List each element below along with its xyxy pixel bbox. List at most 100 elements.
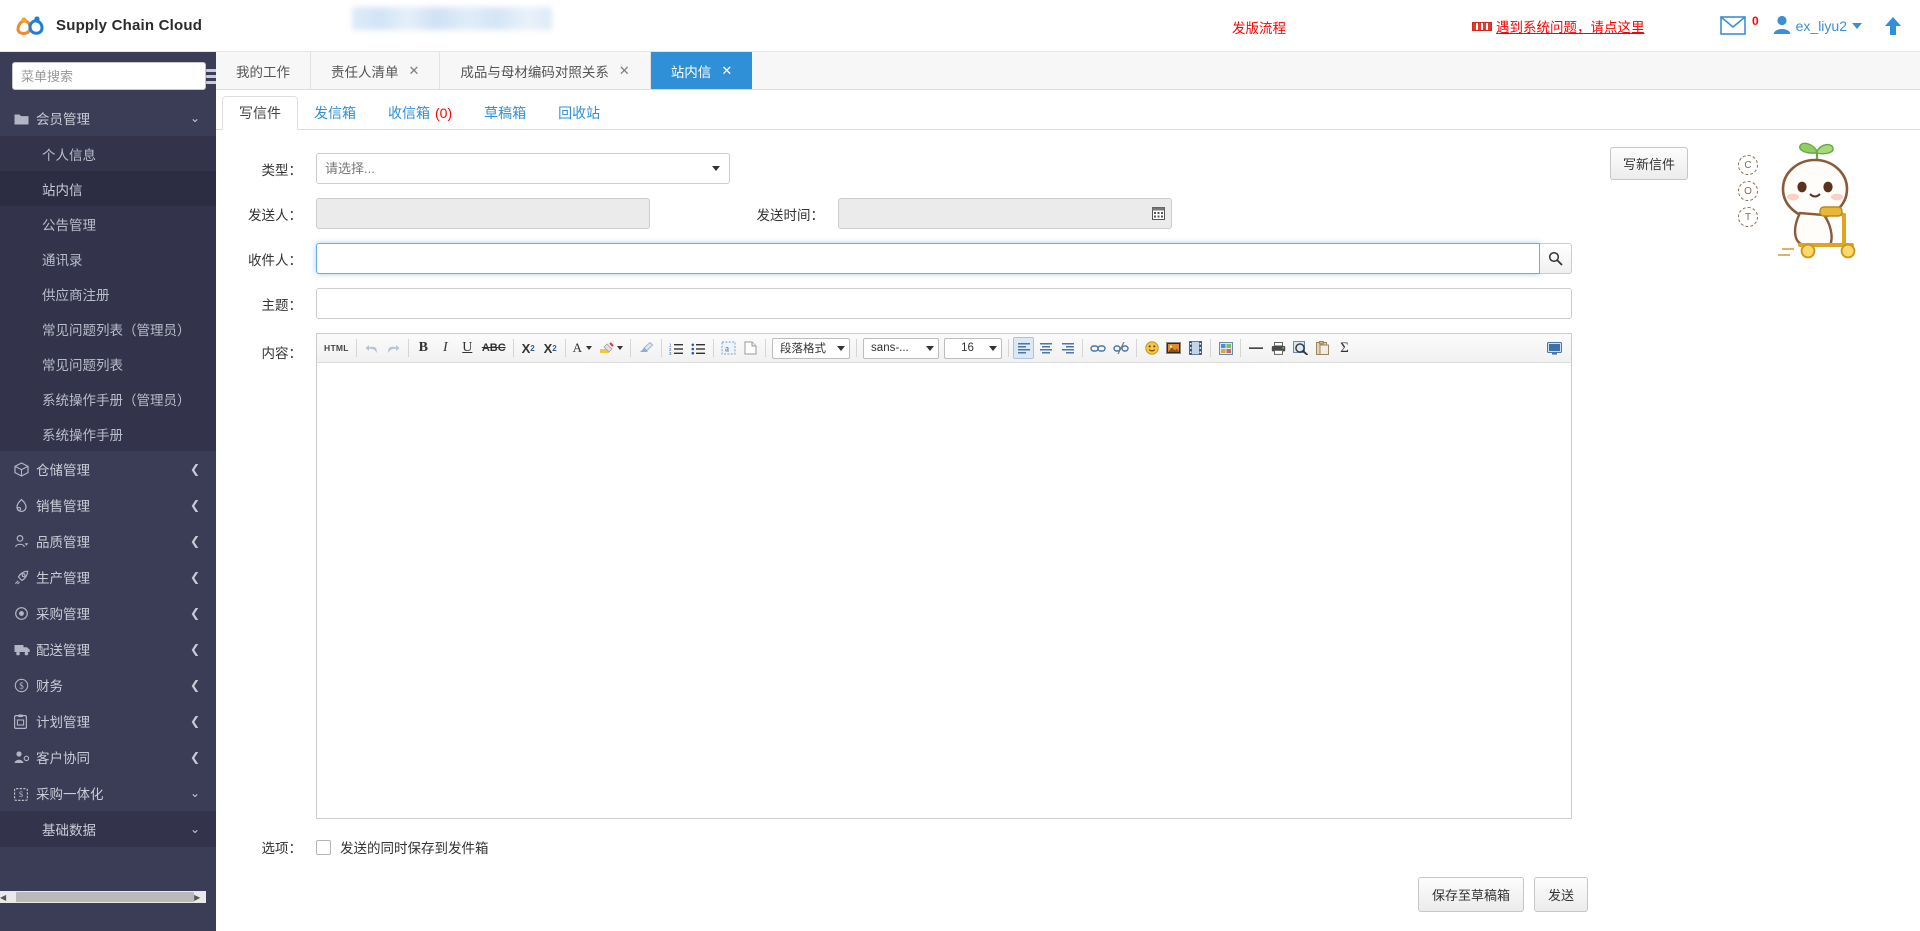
sidebar-item-站内信[interactable]: 站内信 (0, 171, 216, 206)
menu-search-input[interactable] (12, 62, 206, 90)
unordered-list-icon[interactable] (688, 337, 709, 359)
link-icon[interactable] (1087, 337, 1109, 359)
toolbar-separator (355, 339, 357, 357)
mascot-badges: C O T (1738, 155, 1758, 227)
redo-icon[interactable] (383, 337, 404, 359)
preview-icon[interactable] (1290, 337, 1311, 359)
close-icon[interactable]: ✕ (619, 63, 630, 79)
tab-我的工作[interactable]: 我的工作 (216, 52, 311, 89)
tab-成品与母材编码对照关系[interactable]: 成品与母材编码对照关系 ✕ (440, 52, 651, 89)
sidebar-horizontal-scrollbar[interactable]: ◀ ▶ (0, 891, 206, 903)
sidebar-group-计划管理[interactable]: 计划管理 ❮ (0, 703, 216, 739)
subscript-icon[interactable]: X2 (540, 337, 561, 359)
fullscreen-icon[interactable] (1544, 337, 1565, 359)
sidebar-item-系统操作手册（管理员）[interactable]: 系统操作手册（管理员） (0, 381, 216, 416)
sidebar-item-常见问题列表[interactable]: 常见问题列表 (0, 346, 216, 381)
scroll-left-arrow-icon[interactable]: ◀ (0, 893, 6, 902)
print-icon[interactable] (1268, 337, 1289, 359)
system-problem-link[interactable]: 遇到系统问题，请点这里 (1472, 16, 1645, 36)
undo-icon[interactable] (361, 337, 382, 359)
sigma-icon[interactable]: Σ (1334, 337, 1355, 359)
subject-input[interactable] (316, 288, 1572, 319)
video-icon[interactable] (1185, 337, 1206, 359)
sidebar-group-label: 客户协同 (36, 751, 90, 766)
close-icon[interactable]: ✕ (721, 63, 732, 79)
sidebar-group-财务[interactable]: $ 财务 ❮ (0, 667, 216, 703)
editor-content-area[interactable] (317, 363, 1571, 818)
bold-icon[interactable]: B (413, 337, 434, 359)
sidebar-group-生产管理[interactable]: 生产管理 ❮ (0, 559, 216, 595)
close-icon[interactable]: ✕ (409, 63, 420, 79)
subtab-写信件[interactable]: 写信件 (222, 96, 298, 130)
sidebar-group-label: 仓储管理 (36, 463, 90, 478)
underline-icon[interactable]: U (457, 337, 478, 359)
sidebar-group-配送管理[interactable]: 配送管理 ❮ (0, 631, 216, 667)
save-to-sent-checkbox[interactable] (316, 839, 331, 855)
chevron-left-icon: ❮ (189, 642, 200, 656)
italic-icon[interactable]: I (435, 337, 456, 359)
sidebar-item-系统操作手册[interactable]: 系统操作手册 (0, 416, 216, 451)
release-process-link[interactable]: 发版流程 (1232, 17, 1286, 37)
align-left-icon[interactable] (1013, 337, 1035, 359)
send-time-input[interactable] (838, 198, 1172, 229)
strikethrough-icon[interactable]: ABC (479, 337, 509, 359)
sidebar-group-采购管理[interactable]: 采购管理 ❮ (0, 595, 216, 631)
sidebar-group-采购一体化[interactable]: $ 采购一体化 ⌄ (0, 775, 216, 811)
image-icon[interactable] (1163, 337, 1184, 359)
subtab-回收站[interactable]: 回收站 (542, 96, 616, 129)
align-center-icon[interactable] (1035, 337, 1056, 359)
horizontal-rule-icon[interactable] (1245, 337, 1267, 359)
paragraph-format-select[interactable]: 段落格式 (772, 337, 851, 359)
envelope-icon[interactable] (1720, 16, 1746, 36)
align-right-icon[interactable] (1057, 337, 1078, 359)
sidebar-item-个人信息[interactable]: 个人信息 (0, 136, 216, 171)
save-draft-button[interactable]: 保存至草稿箱 (1417, 877, 1524, 912)
sidebar-group-品质管理[interactable]: 品质管理 ❮ (0, 523, 216, 559)
subtab-收信箱[interactable]: 收信箱 (0) (372, 96, 468, 129)
font-size-select[interactable]: 16 (944, 337, 1003, 359)
sender-label: 发送人： (248, 207, 302, 223)
sidebar-group-仓储管理[interactable]: 仓储管理 ❮ (0, 451, 216, 487)
subtab-草稿箱[interactable]: 草稿箱 (468, 96, 542, 129)
subtab-发信箱[interactable]: 发信箱 (298, 96, 372, 129)
subtab-label: 回收站 (558, 104, 601, 121)
chevron-left-icon: ❮ (189, 498, 200, 512)
tab-站内信[interactable]: 站内信 ✕ (650, 52, 753, 89)
sidebar-item-基础数据[interactable]: 基础数据 ⌄ (0, 811, 216, 847)
paste-icon[interactable] (1312, 337, 1333, 359)
tab-责任人清单[interactable]: 责任人清单 ✕ (311, 52, 441, 89)
calendar-icon[interactable] (1145, 198, 1171, 229)
arrow-up-icon[interactable] (1884, 16, 1902, 39)
sidebar-item-供应商注册[interactable]: 供应商注册 (0, 276, 216, 311)
unlink-icon[interactable] (1110, 337, 1132, 359)
sidebar-group-销售管理[interactable]: 销售管理 ❮ (0, 487, 216, 523)
type-select[interactable]: 请选择... (316, 153, 730, 184)
scrollbar-thumb[interactable] (16, 892, 195, 902)
page-break-icon[interactable] (740, 337, 761, 359)
emoji-icon[interactable] (1141, 337, 1162, 359)
hamburger-menu-icon[interactable] (206, 68, 216, 84)
sender-input (316, 198, 650, 229)
text-color-icon[interactable]: A (570, 337, 595, 359)
scroll-right-arrow-icon[interactable]: ▶ (194, 893, 200, 902)
font-family-select[interactable]: sans-... (863, 337, 940, 359)
unread-mail-count: 0 (1751, 14, 1759, 28)
sidebar-group-客户协同[interactable]: 客户协同 ❮ (0, 739, 216, 775)
remove-format-icon[interactable] (635, 337, 657, 359)
anchor-icon[interactable]: a (718, 337, 739, 359)
send-button[interactable]: 发送 (1533, 877, 1588, 912)
recipient-input[interactable] (316, 243, 1540, 274)
sidebar-item-公告管理[interactable]: 公告管理 (0, 206, 216, 241)
highlight-color-icon[interactable] (596, 337, 626, 359)
superscript-icon[interactable]: X2 (518, 337, 539, 359)
ordered-list-icon[interactable]: 1 2 3 (666, 337, 687, 359)
write-new-mail-button[interactable]: 写新信件 (1609, 147, 1688, 180)
search-icon[interactable] (1540, 243, 1572, 274)
sidebar-group-会员管理[interactable]: 会员管理 ⌄ (0, 100, 216, 136)
sidebar-item-常见问题列表（管理员）[interactable]: 常见问题列表（管理员） (0, 311, 216, 346)
sidebar-item-通讯录[interactable]: 通讯录 (0, 241, 216, 276)
html-source-icon[interactable]: HTML (321, 337, 352, 359)
action-button-row: 保存至草稿箱 发送 (216, 877, 1588, 912)
user-menu[interactable]: ex_liyu2 (1773, 15, 1862, 38)
gallery-icon[interactable] (1215, 337, 1236, 359)
